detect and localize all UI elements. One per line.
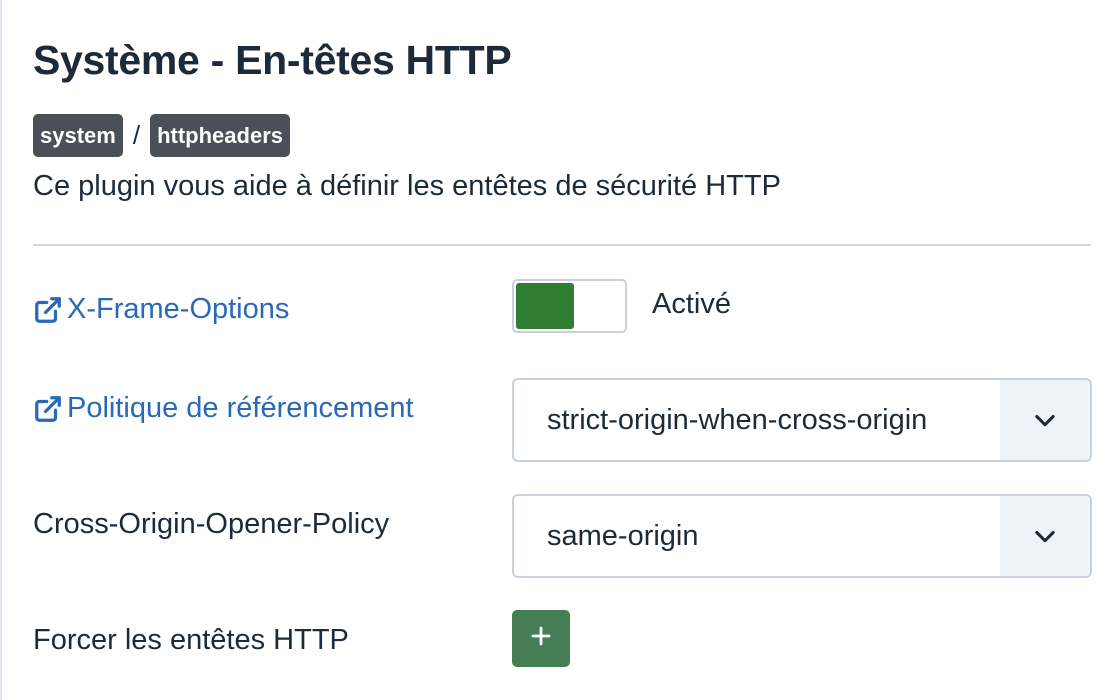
add-header-button[interactable] — [512, 610, 570, 667]
left-border — [0, 0, 2, 700]
x-frame-options-link[interactable]: X-Frame-Options — [33, 293, 289, 326]
referrer-policy-label: Politique de référencement — [67, 392, 414, 424]
plugin-element-badge: httpheaders — [150, 114, 290, 157]
page-title: Système - En-têtes HTTP — [33, 37, 512, 83]
referrer-policy-value: strict-origin-when-cross-origin — [547, 404, 928, 436]
plugin-settings-page: Système - En-têtes HTTP system / httphea… — [0, 0, 1120, 700]
chevron-down-icon — [1000, 496, 1090, 576]
x-frame-options-toggle[interactable] — [512, 279, 627, 333]
chevron-down-icon — [1000, 380, 1090, 460]
plugin-group-badge: system — [33, 114, 123, 157]
referrer-policy-select[interactable]: strict-origin-when-cross-origin — [512, 378, 1092, 462]
plugin-description: Ce plugin vous aide à définir les entête… — [33, 170, 781, 202]
toggle-on-indicator — [516, 283, 574, 329]
breadcrumb: system / httpheaders — [33, 114, 290, 157]
x-frame-options-status: Activé — [652, 288, 731, 320]
plus-icon — [529, 624, 553, 653]
breadcrumb-separator: / — [132, 120, 141, 150]
coop-value: same-origin — [547, 520, 699, 552]
coop-label: Cross-Origin-Opener-Policy — [33, 508, 390, 540]
external-link-icon — [33, 295, 63, 325]
x-frame-options-label: X-Frame-Options — [67, 293, 290, 325]
referrer-policy-link[interactable]: Politique de référencement — [33, 392, 414, 425]
divider — [33, 244, 1091, 246]
coop-select[interactable]: same-origin — [512, 494, 1092, 578]
external-link-icon — [33, 394, 63, 424]
force-headers-label: Forcer les entêtes HTTP — [33, 624, 349, 656]
